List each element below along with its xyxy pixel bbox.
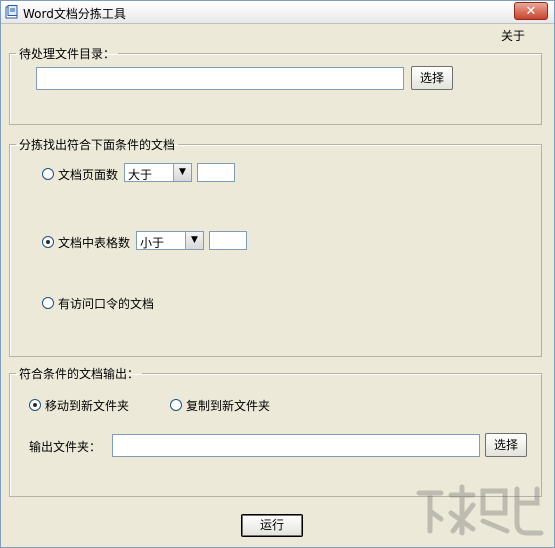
table-count-value-input[interactable] — [209, 231, 247, 250]
watermark-logo — [416, 484, 544, 536]
app-icon — [5, 5, 18, 19]
output-folder-field[interactable] — [112, 434, 480, 457]
page-count-radio[interactable] — [42, 168, 54, 180]
page-count-operator-value: 大于 — [128, 168, 153, 182]
output-group: 符合条件的文档输出： — [9, 365, 542, 497]
copy-label[interactable]: 复制到新文件夹 — [186, 397, 270, 414]
run-label: 运行 — [259, 518, 284, 532]
password-label[interactable]: 有访问口令的文档 — [58, 295, 154, 312]
output-browse-button[interactable]: 选择 — [485, 433, 527, 457]
input-directory-field[interactable] — [36, 67, 404, 90]
move-radio[interactable] — [29, 399, 41, 411]
criteria-legend: 分拣找出符合下面条件的文档 — [19, 138, 176, 152]
output-folder-label: 输出文件夹： — [29, 440, 102, 454]
page-count-value-input[interactable] — [197, 163, 235, 182]
page-count-operator-select[interactable]: 大于 ▼ — [124, 163, 192, 182]
table-count-operator-select[interactable]: 小于 ▼ — [136, 231, 204, 250]
input-browse-button[interactable]: 选择 — [411, 66, 453, 90]
chevron-down-icon: ▼ — [185, 232, 203, 249]
output-browse-label: 选择 — [493, 438, 518, 452]
table-count-radio[interactable] — [42, 236, 54, 248]
move-label[interactable]: 移动到新文件夹 — [45, 397, 129, 414]
chevron-down-icon: ▼ — [173, 164, 191, 181]
input-browse-label: 选择 — [419, 71, 444, 85]
close-button[interactable]: ✕ — [514, 2, 548, 20]
table-count-label[interactable]: 文档中表格数 — [58, 234, 130, 251]
run-button[interactable]: 运行 — [241, 514, 303, 537]
input-directory-legend: 待处理文件目录： — [19, 47, 116, 61]
title-bar: Word文档分拣工具 ✕ — [1, 1, 554, 24]
page-count-label[interactable]: 文档页面数 — [58, 166, 118, 183]
close-icon: ✕ — [525, 4, 537, 19]
password-radio[interactable] — [42, 297, 54, 309]
copy-radio[interactable] — [170, 399, 182, 411]
main-window: Word文档分拣工具 ✕ 关于 待处理文件目录： 选择 分拣找出符合下面条件的文… — [0, 0, 555, 548]
output-legend: 符合条件的文档输出： — [19, 367, 140, 381]
window-title: Word文档分拣工具 — [23, 7, 126, 21]
table-count-operator-value: 小于 — [140, 236, 165, 250]
menu-item-about[interactable]: 关于 — [501, 27, 525, 44]
